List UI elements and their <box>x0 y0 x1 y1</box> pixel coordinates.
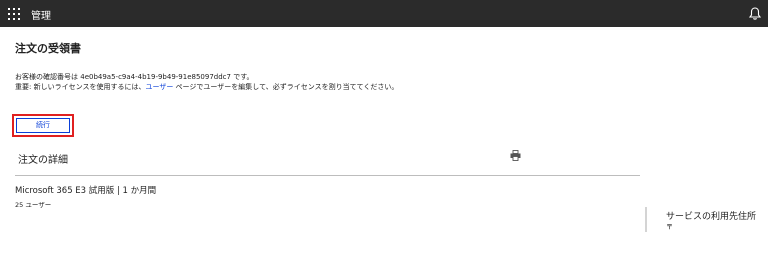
postal-mark: 〒 <box>666 223 673 231</box>
sidebar-divider <box>645 207 647 232</box>
printer-icon[interactable] <box>510 150 521 161</box>
notice-suffix: ページでユーザーを編集して、必ずライセンスを割り当ててください。 <box>173 83 399 91</box>
page-title: 注文の受領書 <box>15 42 81 55</box>
app-title[interactable]: 管理 <box>31 7 51 22</box>
users-page-link[interactable]: ユーザー <box>145 83 173 91</box>
confirmation-suffix: です。 <box>230 73 254 81</box>
confirmation-number: 4e0b49a5-c9a4-4b19-9b49-91e85097ddc7 <box>80 73 231 81</box>
product-name: Microsoft 365 E3 試用版 | 1 か月間 <box>15 186 157 196</box>
confirmation-prefix: お客様の確認番号は <box>15 73 81 81</box>
service-address-heading: サービスの利用先住所 <box>666 212 757 222</box>
divider <box>15 175 640 176</box>
continue-button[interactable]: 続行 <box>16 118 70 133</box>
confirmation-text: お客様の確認番号は 4e0b49a5-c9a4-4b19-9b49-91e850… <box>15 72 254 82</box>
license-notice: 重要: 新しいライセンスを使用するには、ユーザー ページでユーザーを編集して、必… <box>15 82 398 92</box>
notice-prefix: 重要: 新しいライセンスを使用するには、 <box>15 83 146 91</box>
user-count: 25 ユーザー <box>15 201 52 209</box>
app-launcher-icon[interactable] <box>8 8 20 20</box>
bell-icon[interactable] <box>748 6 762 21</box>
order-details-heading: 注文の詳細 <box>18 155 68 166</box>
top-bar: 管理 <box>0 0 768 27</box>
